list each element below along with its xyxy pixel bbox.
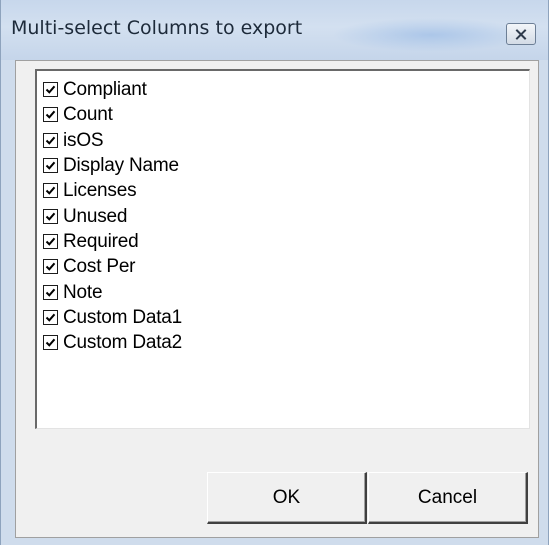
checkmark-icon xyxy=(45,85,56,94)
column-label: Custom Data2 xyxy=(63,332,183,354)
cancel-button[interactable]: Cancel xyxy=(368,472,528,524)
list-item[interactable]: Cost Per xyxy=(43,254,529,279)
checkbox[interactable] xyxy=(43,82,58,98)
ok-button[interactable]: OK xyxy=(207,472,367,524)
checkmark-icon xyxy=(45,288,56,297)
checkmark-icon xyxy=(45,186,56,196)
column-label: Count xyxy=(63,104,113,126)
checkmark-icon xyxy=(45,313,56,322)
dialog-title: Multi-select Columns to export xyxy=(11,17,303,39)
export-columns-dialog: Multi-select Columns to export Compliant… xyxy=(0,0,549,545)
list-item[interactable]: Unused xyxy=(43,203,529,228)
checkbox[interactable] xyxy=(43,284,58,300)
close-button[interactable] xyxy=(506,23,536,45)
close-icon xyxy=(515,28,527,40)
list-item[interactable]: Note xyxy=(43,279,529,304)
column-label: Display Name xyxy=(63,155,179,177)
list-item[interactable]: Compliant xyxy=(43,77,529,102)
checkmark-icon xyxy=(45,161,56,170)
checkbox[interactable] xyxy=(43,309,58,325)
columns-listbox[interactable]: Compliant Count isOS Display Name Licens… xyxy=(35,69,530,429)
checkmark-icon xyxy=(45,136,56,145)
checkmark-icon xyxy=(45,338,56,347)
checkbox[interactable] xyxy=(43,132,58,148)
checkbox[interactable] xyxy=(43,335,58,351)
checkmark-icon xyxy=(45,212,56,221)
title-bar[interactable]: Multi-select Columns to export xyxy=(1,0,548,60)
checkmark-icon xyxy=(45,262,56,271)
checkmark-icon xyxy=(45,111,56,120)
checkbox[interactable] xyxy=(43,158,58,174)
checkbox[interactable] xyxy=(43,259,58,275)
list-item[interactable]: isOS xyxy=(43,128,529,153)
column-label: Required xyxy=(63,230,139,252)
column-label: isOS xyxy=(63,129,104,151)
title-bar-glow xyxy=(331,18,531,52)
column-label: Cost Per xyxy=(63,256,136,278)
column-label: Custom Data1 xyxy=(63,306,183,328)
dialog-body: Compliant Count isOS Display Name Licens… xyxy=(15,60,539,538)
column-label: Compliant xyxy=(63,79,147,101)
list-item[interactable]: Count xyxy=(43,102,529,127)
column-label: Note xyxy=(63,281,103,303)
checkbox[interactable] xyxy=(43,233,58,249)
checkbox[interactable] xyxy=(43,107,58,123)
checkmark-icon xyxy=(45,237,56,246)
column-label: Licenses xyxy=(63,180,137,202)
checkbox[interactable] xyxy=(43,183,58,199)
list-item[interactable]: Display Name xyxy=(43,153,529,178)
list-item[interactable]: Licenses xyxy=(43,178,529,203)
list-item[interactable]: Custom Data2 xyxy=(43,330,529,355)
column-label: Unused xyxy=(63,205,128,227)
checkbox[interactable] xyxy=(43,208,58,224)
list-item[interactable]: Required xyxy=(43,229,529,254)
list-item[interactable]: Custom Data1 xyxy=(43,305,529,330)
